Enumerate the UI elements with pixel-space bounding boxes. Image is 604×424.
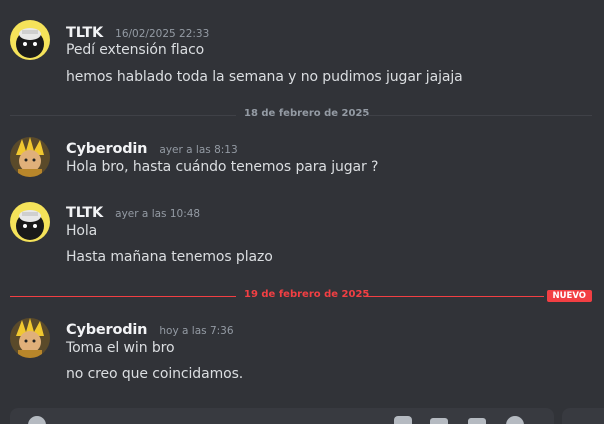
divider-line [10,115,236,116]
message-header: Cyberodin ayer a las 8:13 [66,138,238,158]
message-header: TLTK ayer a las 10:48 [66,202,200,222]
anime-character-avatar-icon [10,318,50,358]
bear-with-hat-avatar-icon [10,20,50,60]
gif-icon[interactable] [430,418,448,424]
date-divider: 18 de febrero de 2025 [10,108,592,122]
timestamp: ayer a las 8:13 [159,144,238,156]
chat-messages: TLTK 16/02/2025 22:33 Pedí extensión fla… [0,0,604,424]
divider-line [10,296,236,297]
divider-date: 18 de febrero de 2025 [244,108,370,119]
message-composer[interactable] [10,408,554,424]
message-text: Toma el win bro [66,340,175,356]
sticker-icon[interactable] [468,418,486,424]
username[interactable]: TLTK [66,25,103,41]
message-header: Cyberodin hoy a las 7:36 [66,319,234,339]
message-text: Hasta mañana tenemos plazo [66,249,273,265]
timestamp: 16/02/2025 22:33 [115,28,210,40]
avatar[interactable] [10,20,50,60]
gift-icon[interactable] [394,416,412,424]
username[interactable]: Cyberodin [66,141,147,157]
divider-line [366,115,592,116]
message-header: TLTK 16/02/2025 22:33 [66,22,209,42]
avatar[interactable] [10,202,50,242]
avatar[interactable] [10,137,50,177]
emoji-icon[interactable] [506,416,524,424]
message-text: Hola [66,223,98,239]
new-badge: NUEVO [546,290,592,302]
divider-date: 19 de febrero de 2025 [244,289,370,300]
message-text: Hola bro, hasta cuándo tenemos para juga… [66,159,379,175]
message-text: hemos hablado toda la semana y no pudimo… [66,69,463,85]
anime-character-avatar-icon [10,137,50,177]
avatar[interactable] [10,318,50,358]
divider-line [364,296,544,297]
timestamp: hoy a las 7:36 [159,325,234,337]
username[interactable]: Cyberodin [66,322,147,338]
bear-with-hat-avatar-icon [10,202,50,242]
message-text: Pedí extensión flaco [66,42,205,58]
new-messages-divider: 19 de febrero de 2025 NUEVO [10,289,592,303]
message-text: no creo que coincidamos. [66,366,244,382]
timestamp: ayer a las 10:48 [115,208,201,220]
username[interactable]: TLTK [66,205,103,221]
apps-button[interactable] [562,408,604,424]
add-attachment-icon[interactable] [28,416,46,424]
